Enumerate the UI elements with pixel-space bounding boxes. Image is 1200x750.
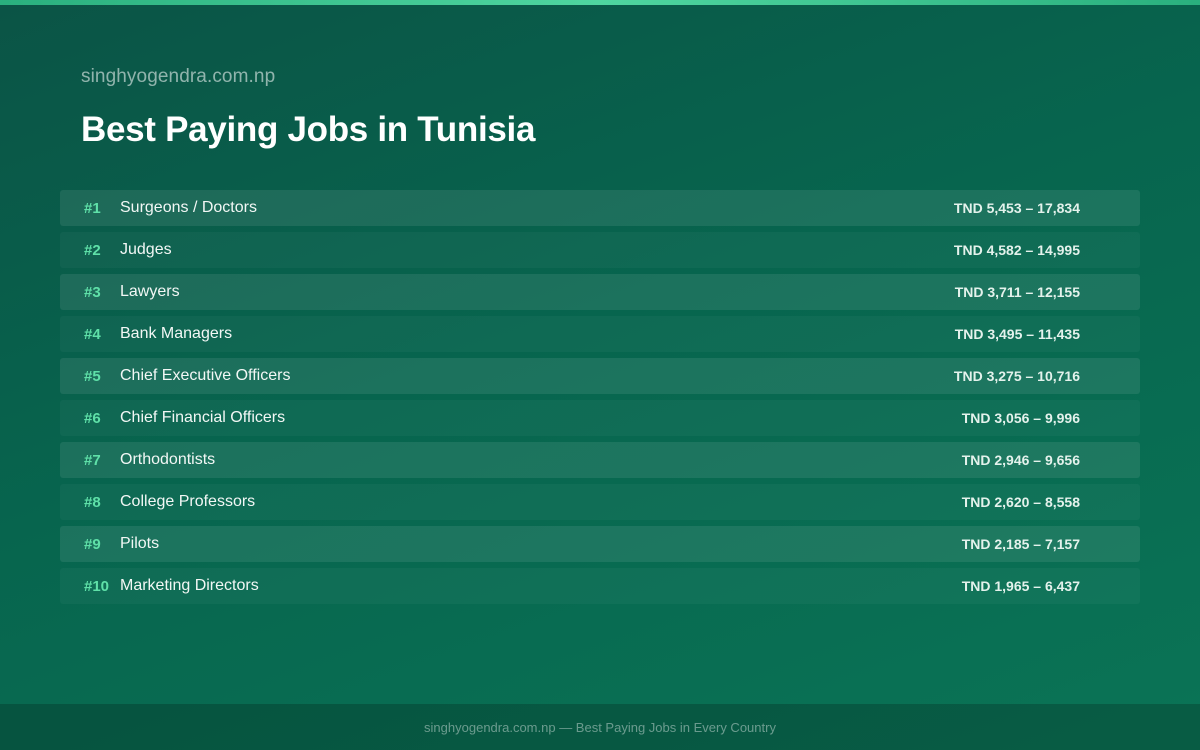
job-rank: #1 (84, 199, 101, 217)
job-list: #1 Surgeons / Doctors TND 5,453 – 17,834… (60, 190, 1140, 610)
job-title: Lawyers (120, 283, 180, 300)
job-salary: TND 2,946 – 9,656 (961, 452, 1080, 468)
job-row: #9 Pilots TND 2,185 – 7,157 (60, 526, 1140, 562)
job-row: #4 Bank Managers TND 3,495 – 11,435 (60, 316, 1140, 352)
job-salary: TND 1,965 – 6,437 (961, 578, 1080, 594)
job-title: Chief Financial Officers (120, 409, 286, 426)
job-rank: #9 (84, 535, 101, 553)
job-rank: #3 (84, 283, 101, 301)
footer-text: singhyogendra.com.np — Best Paying Jobs … (424, 719, 776, 735)
job-salary: TND 3,056 – 9,996 (961, 410, 1080, 426)
page-title: Best Paying Jobs in Tunisia (81, 110, 536, 149)
job-rank: #7 (84, 451, 101, 469)
job-row: #6 Chief Financial Officers TND 3,056 – … (60, 400, 1140, 436)
job-rank: #4 (84, 325, 101, 343)
job-title: Surgeons / Doctors (120, 199, 257, 216)
job-salary: TND 2,185 – 7,157 (961, 536, 1080, 552)
job-salary: TND 3,275 – 10,716 (953, 368, 1080, 384)
job-title: College Professors (120, 493, 256, 510)
job-salary: TND 3,495 – 11,435 (954, 326, 1080, 342)
job-row: #2 Judges TND 4,582 – 14,995 (60, 232, 1140, 268)
footer: singhyogendra.com.np — Best Paying Jobs … (0, 704, 1200, 750)
top-accent-bar (0, 0, 1200, 5)
site-name: singhyogendra.com.np (81, 66, 276, 87)
job-row: #8 College Professors TND 2,620 – 8,558 (60, 484, 1140, 520)
job-salary: TND 3,711 – 12,155 (954, 284, 1080, 300)
job-row: #10 Marketing Directors TND 1,965 – 6,43… (60, 568, 1140, 604)
job-title: Judges (120, 241, 172, 258)
job-salary: TND 4,582 – 14,995 (953, 242, 1080, 258)
job-row: #3 Lawyers TND 3,711 – 12,155 (60, 274, 1140, 310)
job-row: #5 Chief Executive Officers TND 3,275 – … (60, 358, 1140, 394)
job-title: Pilots (120, 535, 160, 552)
job-title: Orthodontists (120, 451, 216, 468)
job-row: #7 Orthodontists TND 2,946 – 9,656 (60, 442, 1140, 478)
job-title: Marketing Directors (120, 577, 259, 594)
job-rank: #10 (84, 577, 110, 595)
job-rank: #2 (84, 241, 101, 259)
job-rank: #8 (84, 493, 101, 511)
job-rank: #5 (84, 367, 101, 385)
job-title: Chief Executive Officers (120, 367, 291, 384)
job-row: #1 Surgeons / Doctors TND 5,453 – 17,834 (60, 190, 1140, 226)
job-title: Bank Managers (120, 325, 233, 342)
job-salary: TND 5,453 – 17,834 (953, 200, 1080, 216)
job-salary: TND 2,620 – 8,558 (961, 494, 1080, 510)
job-rank: #6 (84, 409, 101, 427)
